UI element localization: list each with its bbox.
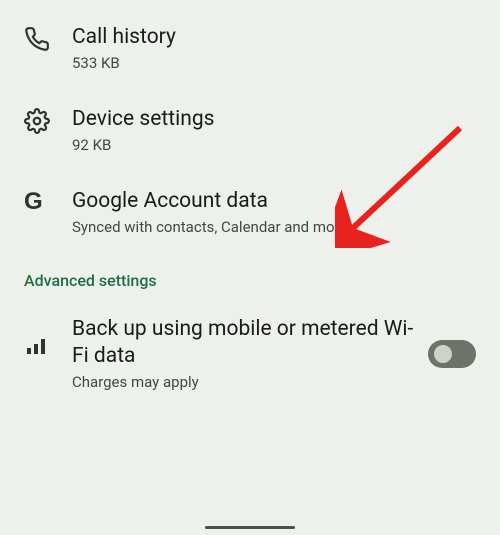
row-subtitle: Synced with contacts, Calendar and more	[72, 218, 468, 238]
section-header-advanced: Advanced settings	[0, 253, 500, 300]
row-call-history[interactable]: Call history 533 KB	[0, 8, 500, 90]
row-subtitle: 92 KB	[72, 136, 468, 156]
navigation-handle[interactable]	[205, 526, 295, 529]
row-subtitle: 533 KB	[72, 54, 468, 74]
row-text: Google Account data Synced with contacts…	[72, 188, 476, 238]
row-backup-mobile[interactable]: Back up using mobile or metered Wi-Fi da…	[0, 300, 500, 408]
backup-toggle[interactable]	[428, 340, 476, 368]
phone-icon	[24, 24, 72, 52]
row-trailing	[428, 340, 476, 368]
gear-icon	[24, 106, 72, 134]
row-title: Back up using mobile or metered Wi-Fi da…	[72, 316, 420, 369]
row-text: Device settings 92 KB	[72, 106, 476, 156]
row-text: Call history 533 KB	[72, 24, 476, 74]
row-subtitle: Charges may apply	[72, 373, 420, 393]
row-device-settings[interactable]: Device settings 92 KB	[0, 90, 500, 172]
row-title: Call history	[72, 24, 468, 50]
row-title: Device settings	[72, 106, 468, 132]
row-google-account-data[interactable]: G Google Account data Synced with contac…	[0, 172, 500, 254]
signal-bars-icon	[24, 316, 72, 358]
row-text: Back up using mobile or metered Wi-Fi da…	[72, 316, 428, 392]
settings-list: Call history 533 KB Device settings 92 K…	[0, 0, 500, 408]
row-title: Google Account data	[72, 188, 468, 214]
google-icon: G	[24, 188, 72, 214]
